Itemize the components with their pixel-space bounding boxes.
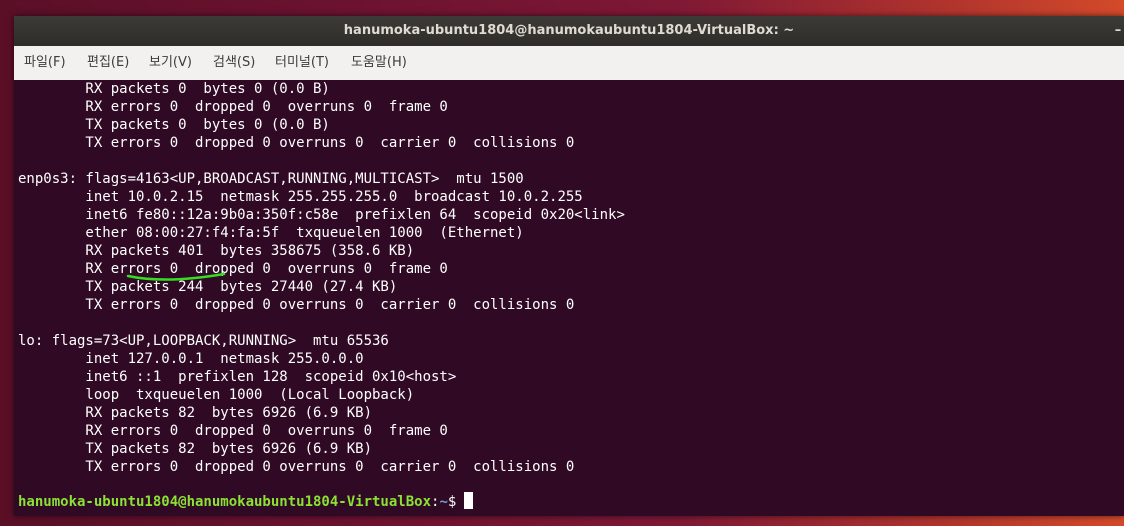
terminal-line: inet6 ::1 prefixlen 128 scopeid 0x10<hos… [18,369,457,385]
prompt-user-host: hanumoka-ubuntu1804@hanumokaubuntu1804-V… [18,494,432,510]
menu-view[interactable]: 보기(V) [149,46,192,80]
prompt-symbol: $ [447,494,457,510]
terminal-line: enp0s3: flags=4163<UP,BROADCAST,RUNNING,… [18,171,524,187]
terminal-line: RX packets 82 bytes 6926 (6.9 KB) [18,405,373,421]
terminal-line: TX packets 82 bytes 6926 (6.9 KB) [18,441,373,457]
menu-edit[interactable]: 편집(E) [87,46,129,80]
shell-prompt[interactable]: hanumoka-ubuntu1804@hanumokaubuntu1804-V… [18,492,474,510]
menu-bar: 파일(F) 편집(E) 보기(V) 검색(S) 터미널(T) 도움말(H) [14,46,1124,80]
prompt-path: ~ [439,494,448,510]
window-title: hanumoka-ubuntu1804@hanumokaubuntu1804-V… [343,23,795,38]
terminal-line: ether 08:00:27:f4:fa:5f txqueuelen 1000 … [18,225,524,241]
highlight-underline [126,272,226,281]
terminal-line: TX errors 0 dropped 0 overruns 0 carrier… [18,459,575,475]
terminal-line: TX errors 0 dropped 0 overruns 0 carrier… [18,135,575,151]
terminal-line: loop txqueuelen 1000 (Local Loopback) [18,387,415,403]
terminal-line: inet 127.0.0.1 netmask 255.0.0.0 [18,351,364,367]
title-bar[interactable]: hanumoka-ubuntu1804@hanumokaubuntu1804-V… [14,16,1124,46]
terminal-line: RX errors 0 dropped 0 overruns 0 frame 0 [18,423,448,439]
terminal-line: RX errors 0 dropped 0 overruns 0 frame 0 [18,99,448,115]
menu-terminal[interactable]: 터미널(T) [275,46,329,80]
terminal-line: RX packets 401 bytes 358675 (358.6 KB) [18,243,415,259]
terminal-output[interactable]: RX packets 0 bytes 0 (0.0 B) RX errors 0… [14,80,1124,516]
terminal-line: TX packets 0 bytes 0 (0.0 B) [18,117,330,133]
menu-search[interactable]: 검색(S) [213,46,255,80]
terminal-line: TX errors 0 dropped 0 overruns 0 carrier… [18,297,575,313]
menu-file[interactable]: 파일(F) [24,46,66,80]
terminal-line: inet 10.0.2.15 netmask 255.255.255.0 bro… [18,189,583,205]
hamburger-menu-icon[interactable]: – [1114,16,1122,46]
menu-help[interactable]: 도움말(H) [351,46,407,80]
terminal-window: hanumoka-ubuntu1804@hanumokaubuntu1804-V… [14,16,1124,516]
terminal-line: inet6 fe80::12a:9b0a:350f:c58e prefixlen… [18,207,625,223]
terminal-line: RX packets 0 bytes 0 (0.0 B) [18,81,330,97]
terminal-line: RX errors 0 dropped 0 overruns 0 frame 0 [18,261,448,277]
text-cursor [464,492,474,509]
terminal-line: lo: flags=73<UP,LOOPBACK,RUNNING> mtu 65… [18,333,389,349]
